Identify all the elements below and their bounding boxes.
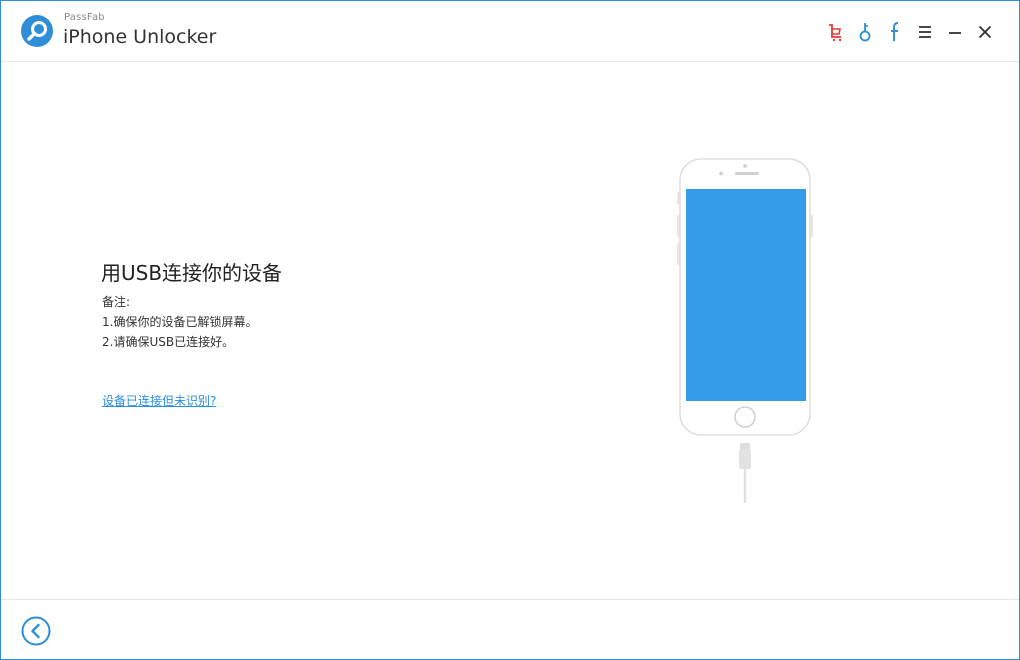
- title-bar: PassFab iPhone Unlocker: [1, 1, 1019, 62]
- brand-name: PassFab: [64, 12, 105, 23]
- notes-block: 备注: 1.确保你的设备已解锁屏幕。 2.请确保USB已连接好。: [102, 292, 257, 352]
- back-arrow-icon[interactable]: [21, 616, 51, 646]
- app-title: iPhone Unlocker: [63, 26, 217, 48]
- key-icon[interactable]: [854, 21, 876, 43]
- close-icon[interactable]: [974, 21, 996, 43]
- iphone-illustration: [677, 158, 813, 503]
- phone-screen: [686, 189, 806, 401]
- minimize-icon[interactable]: [944, 21, 966, 43]
- note-item: 2.请确保USB已连接好。: [102, 335, 235, 349]
- footer-bar: [1, 599, 1019, 660]
- main-content: 用USB连接你的设备 备注: 1.确保你的设备已解锁屏幕。 2.请确保USB已连…: [1, 62, 1019, 599]
- page-title: 用USB连接你的设备: [101, 261, 283, 285]
- device-not-recognized-link[interactable]: 设备已连接但未识别?: [102, 392, 216, 409]
- facebook-icon[interactable]: [884, 21, 906, 43]
- passfab-logo-icon: [21, 15, 53, 47]
- note-item: 1.确保你的设备已解锁屏幕。: [102, 315, 258, 329]
- cart-icon[interactable]: [824, 21, 846, 43]
- menu-icon[interactable]: [914, 21, 936, 43]
- app-window: PassFab iPhone Unlocker 用USB连接你的设备 备注: 1…: [0, 0, 1020, 660]
- notes-title: 备注:: [102, 295, 131, 309]
